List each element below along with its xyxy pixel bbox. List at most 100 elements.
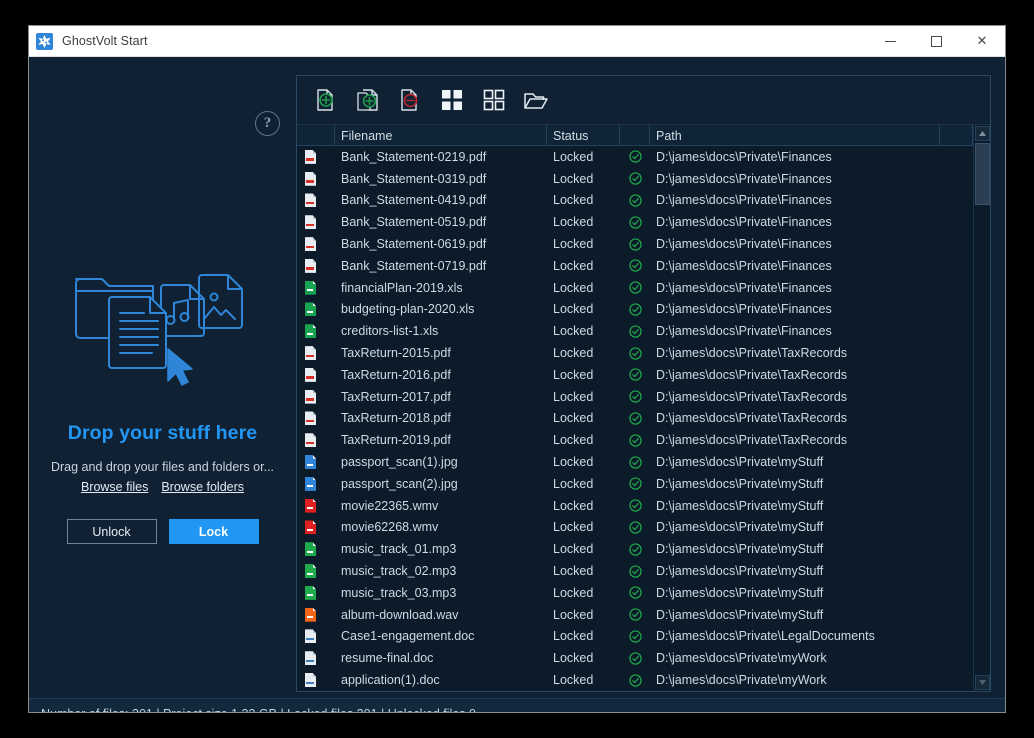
header-path-col[interactable]: Path bbox=[650, 125, 940, 146]
locked-check-icon bbox=[628, 194, 642, 207]
table-row[interactable]: TaxReturn-2017.pdf Locked D:\james\docs\Pr… bbox=[297, 386, 973, 408]
file-status-cell: Locked bbox=[553, 411, 594, 426]
add-files-button[interactable] bbox=[351, 83, 385, 117]
file-name-cell[interactable]: TaxReturn-2017.pdf bbox=[335, 386, 547, 408]
table-row[interactable]: passport_scan(1).jpg Locked D:\james\docs\… bbox=[297, 451, 973, 473]
file-name-cell[interactable]: movie62268.wmv bbox=[335, 517, 547, 539]
file-name-cell[interactable]: TaxReturn-2019.pdf bbox=[335, 429, 547, 451]
locked-check-icon bbox=[628, 346, 642, 360]
table-row[interactable]: TaxReturn-2019.pdf Locked D:\james\docs\Pr… bbox=[297, 429, 973, 451]
file-name-cell[interactable]: Case1-engagement.doc bbox=[335, 626, 547, 648]
jpg-file-icon bbox=[305, 455, 316, 470]
header-status-col[interactable]: Status bbox=[547, 125, 620, 146]
table-row[interactable]: Bank_Statement-0219.pdf Locked D:\james\do… bbox=[297, 146, 973, 168]
table-rows: Bank_Statement-0219.pdf Locked D:\james\do… bbox=[297, 146, 973, 691]
minimize-button[interactable] bbox=[867, 26, 913, 57]
close-button[interactable]: ✕ bbox=[959, 26, 1005, 57]
file-name-cell[interactable]: TaxReturn-2018.pdf bbox=[335, 408, 547, 430]
file-status-cell: Locked bbox=[553, 367, 594, 382]
maximize-button[interactable] bbox=[913, 26, 959, 57]
drop-panel[interactable]: ? Drop your stuff here Drag and drop you… bbox=[29, 57, 296, 698]
file-locked-check-cell bbox=[620, 429, 650, 451]
file-name-cell[interactable]: creditors-list-1.xls bbox=[335, 320, 547, 342]
file-name-cell[interactable]: Bank_Statement-0519.pdf bbox=[335, 211, 547, 233]
browse-links: Browse files Browse folders bbox=[81, 480, 244, 494]
browse-folders-link[interactable]: Browse folders bbox=[161, 480, 244, 494]
table-row[interactable]: resume-final.doc Locked D:\james\docs\Priv… bbox=[297, 647, 973, 669]
help-icon[interactable]: ? bbox=[255, 111, 280, 136]
file-name-cell[interactable]: budgeting-plan-2020.xls bbox=[335, 299, 547, 321]
file-extra-cell bbox=[940, 342, 973, 364]
scroll-up-button[interactable] bbox=[974, 126, 990, 141]
maximize-icon bbox=[930, 35, 942, 47]
file-name-cell[interactable]: TaxReturn-2016.pdf bbox=[335, 364, 547, 386]
table-row[interactable]: TaxReturn-2015.pdf Locked D:\james\docs\Pr… bbox=[297, 342, 973, 364]
header-filename-col[interactable]: Filename bbox=[335, 125, 547, 146]
table-row[interactable]: Bank_Statement-0319.pdf Locked D:\james\do… bbox=[297, 168, 973, 190]
file-name-cell[interactable]: financialPlan-2019.xls bbox=[335, 277, 547, 299]
table-row[interactable]: TaxReturn-2018.pdf Locked D:\james\docs\Pr… bbox=[297, 408, 973, 430]
lock-button[interactable]: Lock bbox=[168, 519, 259, 544]
file-type-icon-cell bbox=[297, 538, 335, 560]
status-bar-text: Number of files: 301 | Project size 1.32… bbox=[41, 707, 476, 712]
file-name-cell[interactable]: Bank_Statement-0219.pdf bbox=[335, 146, 547, 168]
file-name-cell[interactable]: Bank_Statement-0619.pdf bbox=[335, 233, 547, 255]
large-icons-view-button[interactable] bbox=[435, 83, 469, 117]
file-name-cell[interactable]: TaxReturn-2015.pdf bbox=[335, 342, 547, 364]
table-row[interactable]: application(1).doc Locked D:\james\docs\Pr… bbox=[297, 669, 973, 691]
file-status-cell: Locked bbox=[553, 455, 594, 470]
table-row[interactable]: Case1-engagement.doc Locked D:\james\docs\… bbox=[297, 626, 973, 648]
file-name-cell[interactable]: Bank_Statement-0419.pdf bbox=[335, 190, 547, 212]
file-name-cell[interactable]: application(1).doc bbox=[335, 669, 547, 691]
table-row[interactable]: movie22365.wmv Locked D:\james\docs\Privat… bbox=[297, 495, 973, 517]
open-folder-button[interactable] bbox=[519, 83, 553, 117]
table-row[interactable]: financialPlan-2019.xls Locked D:\james\doc… bbox=[297, 277, 973, 299]
file-name-cell[interactable]: Bank_Statement-0319.pdf bbox=[335, 168, 547, 190]
file-status-cell: Locked bbox=[553, 476, 594, 491]
file-status-cell: Locked bbox=[553, 607, 594, 622]
file-status-cell: Locked bbox=[553, 651, 594, 666]
table-row[interactable]: movie62268.wmv Locked D:\james\docs\Privat… bbox=[297, 517, 973, 539]
file-name-cell[interactable]: passport_scan(2).jpg bbox=[335, 473, 547, 495]
header-last-col[interactable] bbox=[940, 125, 973, 146]
add-file-button[interactable] bbox=[309, 83, 343, 117]
file-path-cell: D:\james\docs\Private\myStuff bbox=[656, 585, 824, 600]
table-row[interactable]: music_track_03.mp3 Locked D:\james\docs\Pr… bbox=[297, 582, 973, 604]
scroll-down-button[interactable] bbox=[974, 674, 990, 690]
file-name-cell[interactable]: passport_scan(1).jpg bbox=[335, 451, 547, 473]
file-status-cell: Locked bbox=[553, 520, 594, 535]
header-check-col[interactable] bbox=[620, 125, 650, 146]
vertical-scrollbar[interactable] bbox=[973, 125, 990, 691]
file-name-cell[interactable]: music_track_01.mp3 bbox=[335, 538, 547, 560]
scrollbar-thumb[interactable] bbox=[974, 143, 990, 205]
table-row[interactable]: Bank_Statement-0519.pdf Locked D:\james\do… bbox=[297, 211, 973, 233]
table-row[interactable]: creditors-list-1.xls Locked D:\james\docs\… bbox=[297, 320, 973, 342]
file-name-cell[interactable]: resume-final.doc bbox=[335, 647, 547, 669]
file-name-cell[interactable]: music_track_03.mp3 bbox=[335, 582, 547, 604]
header-icon-col[interactable] bbox=[297, 125, 335, 146]
triangle-down-icon bbox=[978, 679, 986, 685]
file-type-icon-cell bbox=[297, 364, 335, 386]
table-row[interactable]: Bank_Statement-0419.pdf Locked D:\james\do… bbox=[297, 190, 973, 212]
file-name-cell[interactable]: music_track_02.mp3 bbox=[335, 560, 547, 582]
file-name-cell[interactable]: movie22365.wmv bbox=[335, 495, 547, 517]
table-row[interactable]: music_track_01.mp3 Locked D:\james\docs\Pr… bbox=[297, 538, 973, 560]
file-name-cell[interactable]: album-download.wav bbox=[335, 604, 547, 626]
table-row[interactable]: passport_scan(2).jpg Locked D:\james\docs\… bbox=[297, 473, 973, 495]
file-path-cell: D:\james\docs\Private\Finances bbox=[656, 193, 832, 208]
table-row[interactable]: Bank_Statement-0619.pdf Locked D:\james\do… bbox=[297, 233, 973, 255]
table-row[interactable]: album-download.wav Locked D:\james\docs\Pr… bbox=[297, 604, 973, 626]
small-icons-view-button[interactable] bbox=[477, 83, 511, 117]
unlock-button[interactable]: Unlock bbox=[66, 519, 157, 544]
browse-files-link[interactable]: Browse files bbox=[81, 480, 148, 494]
pdf-file-icon bbox=[305, 389, 316, 404]
table-row[interactable]: music_track_02.mp3 Locked D:\james\docs\Pr… bbox=[297, 560, 973, 582]
table-row[interactable]: Bank_Statement-0719.pdf Locked D:\james\do… bbox=[297, 255, 973, 277]
file-name-cell[interactable]: Bank_Statement-0719.pdf bbox=[335, 255, 547, 277]
table-row[interactable]: budgeting-plan-2020.xls Locked D:\james\do… bbox=[297, 299, 973, 321]
remove-file-button[interactable] bbox=[393, 83, 427, 117]
table-row[interactable]: TaxReturn-2016.pdf Locked D:\james\docs\Pr… bbox=[297, 364, 973, 386]
drop-subtitle: Drag and drop your files and folders or.… bbox=[50, 460, 275, 474]
file-locked-check-cell bbox=[620, 320, 650, 342]
file-type-icon-cell bbox=[297, 146, 335, 168]
